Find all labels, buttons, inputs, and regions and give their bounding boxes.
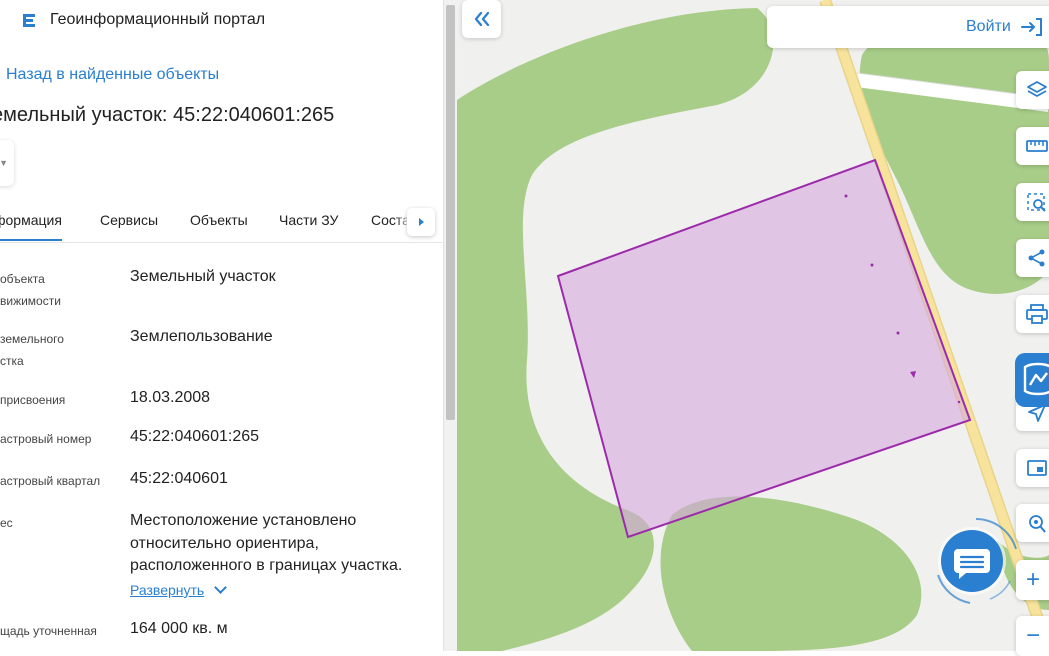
chevron-down-icon: ▼ bbox=[0, 158, 8, 168]
tab-information[interactable]: формация bbox=[0, 212, 62, 241]
login-icon bbox=[1021, 18, 1042, 36]
page-title: емельный участок: 45:22:040601:265 bbox=[0, 104, 335, 126]
cadastre-layer-button[interactable] bbox=[1015, 353, 1049, 407]
attr-label: астровый квартал bbox=[0, 474, 101, 488]
app-header: Геоинформационный портал bbox=[20, 8, 265, 32]
chat-icon bbox=[937, 518, 1017, 604]
share-icon bbox=[1028, 249, 1045, 267]
attr-value: 18.03.2008 bbox=[130, 389, 211, 406]
green-area bbox=[660, 496, 922, 651]
attr-label: астровый номер bbox=[0, 432, 92, 446]
attr-value: 164 000 кв. м bbox=[130, 620, 228, 637]
expand-label: Развернуть bbox=[130, 582, 205, 598]
attr-value: Землепользование bbox=[130, 328, 273, 345]
zoom-in-button[interactable]: + bbox=[1016, 560, 1049, 600]
attr-label: щадь уточненная bbox=[0, 624, 97, 638]
print-button[interactable] bbox=[1016, 295, 1049, 333]
layers-button[interactable] bbox=[1016, 71, 1049, 109]
panel-scrollbar[interactable] bbox=[443, 0, 458, 651]
print-icon bbox=[1026, 304, 1048, 324]
info-panel: Геоинформационный портал Назад в найденн… bbox=[0, 0, 443, 651]
tab-objects[interactable]: Объекты bbox=[190, 212, 248, 228]
expand-link[interactable]: Развернуть bbox=[130, 581, 228, 598]
tabs-scroll-right-button[interactable] bbox=[407, 208, 435, 236]
attr-label: ес bbox=[0, 516, 13, 530]
attr-value: Местоположение установлено относительно … bbox=[130, 512, 403, 574]
ruler-button[interactable] bbox=[1016, 127, 1049, 165]
tab-services[interactable]: Сервисы bbox=[100, 212, 158, 228]
attr-value: 45:22:040601 bbox=[130, 470, 228, 487]
login-button[interactable]: Войти bbox=[767, 6, 1049, 48]
cadastre-icon bbox=[1023, 362, 1049, 396]
login-label: Войти bbox=[966, 18, 1011, 35]
select-area-icon bbox=[1027, 193, 1046, 212]
double-chevron-left-icon bbox=[474, 12, 489, 26]
ruler-icon bbox=[1026, 140, 1048, 152]
minus-icon: − bbox=[1026, 622, 1041, 649]
layers-icon bbox=[1027, 81, 1047, 97]
object-menu-button[interactable]: ▼ bbox=[0, 140, 14, 186]
scrollbar-thumb[interactable] bbox=[446, 5, 455, 420]
select-area-button[interactable] bbox=[1016, 183, 1049, 221]
attr-label: присвоения bbox=[0, 393, 66, 407]
share-button[interactable] bbox=[1016, 239, 1049, 277]
plus-icon: + bbox=[1026, 566, 1041, 593]
tab-bar: формация Сервисы Объекты Части ЗУ Состав bbox=[0, 200, 443, 243]
tab-parts[interactable]: Части ЗУ bbox=[279, 212, 338, 228]
attr-value: 45:22:040601:265 bbox=[130, 428, 260, 445]
zoom-out-button[interactable]: − bbox=[1016, 616, 1049, 656]
chat-button[interactable] bbox=[930, 515, 1022, 607]
attr-value: Земельный участок bbox=[130, 268, 276, 285]
land-parcel[interactable] bbox=[556, 158, 972, 539]
search-location-icon bbox=[1029, 515, 1046, 533]
back-to-results-link[interactable]: Назад в найденные объекты bbox=[6, 66, 219, 84]
chevron-right-icon bbox=[418, 218, 424, 226]
minimap-button[interactable] bbox=[1016, 449, 1049, 487]
app-title: Геоинформационный портал bbox=[50, 11, 266, 28]
chevron-down-icon bbox=[214, 581, 228, 594]
portal-logo-icon bbox=[23, 14, 35, 27]
attr-label: земельного стка bbox=[0, 332, 64, 368]
attr-label: объекта вижимости bbox=[0, 272, 61, 308]
minimap-icon bbox=[1027, 460, 1047, 476]
collapse-panel-button[interactable] bbox=[462, 0, 501, 38]
